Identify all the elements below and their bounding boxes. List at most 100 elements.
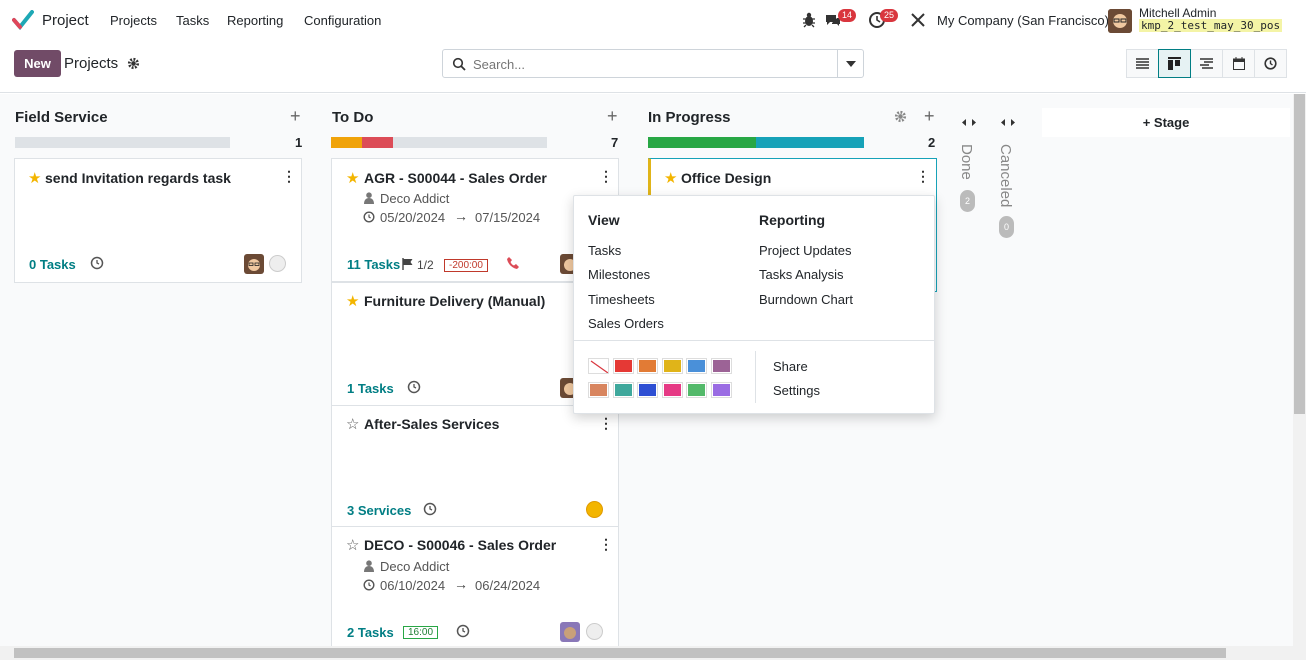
- search-icon: [452, 57, 466, 71]
- folded-column-canceled[interactable]: Canceled: [997, 144, 1014, 207]
- card-menu-kebab-icon[interactable]: ⋮: [599, 168, 613, 185]
- page-title: Projects: [64, 55, 119, 72]
- card-tasks-link[interactable]: 0 Tasks: [29, 257, 76, 272]
- vertical-scrollbar[interactable]: [1293, 94, 1306, 646]
- favorite-star-outline-icon[interactable]: ☆: [346, 415, 359, 433]
- user-icon: [364, 560, 374, 572]
- progress-segment-success[interactable]: [648, 137, 756, 148]
- status-circle-icon[interactable]: [586, 501, 603, 518]
- kanban-view-button[interactable]: [1158, 49, 1191, 78]
- project-card-after-sales[interactable]: ☆ After-Sales Services ⋮ 3 Services: [331, 405, 619, 527]
- company-switcher[interactable]: My Company (San Francisco): [937, 13, 1109, 28]
- card-tasks-link[interactable]: 1 Tasks: [347, 381, 394, 396]
- menu-tasks[interactable]: Tasks: [176, 13, 209, 28]
- gantt-view-button[interactable]: [1190, 49, 1223, 78]
- tools-icon[interactable]: [909, 11, 927, 29]
- color-swatch[interactable]: [686, 358, 707, 374]
- color-swatch[interactable]: [710, 358, 732, 374]
- user-avatar[interactable]: [1108, 9, 1132, 33]
- expand-column-icon[interactable]: [1001, 118, 1015, 127]
- card-menu-kebab-icon[interactable]: ⋮: [599, 536, 613, 553]
- dropdown-item-tasks-analysis[interactable]: Tasks Analysis: [759, 267, 844, 282]
- project-card-deco[interactable]: ☆ DECO - S00046 - Sales Order ⋮ Deco Add…: [331, 526, 619, 646]
- bug-icon[interactable]: [800, 11, 818, 29]
- add-card-plus-icon[interactable]: +: [924, 106, 935, 127]
- expand-column-icon[interactable]: [962, 118, 976, 127]
- dropdown-item-tasks[interactable]: Tasks: [588, 243, 621, 258]
- project-card-invitation[interactable]: ★ send Invitation regards task ⋮ 0 Tasks: [14, 158, 302, 283]
- user-avatar[interactable]: [244, 254, 264, 274]
- menu-reporting[interactable]: Reporting: [227, 13, 283, 28]
- horizontal-scrollbar[interactable]: [0, 646, 1306, 660]
- column-progress-bar[interactable]: [331, 137, 547, 148]
- color-swatch-none[interactable]: [588, 358, 609, 374]
- dropdown-item-sales-orders[interactable]: Sales Orders: [588, 316, 664, 331]
- search-input[interactable]: [471, 54, 851, 74]
- clock-icon[interactable]: [423, 502, 437, 516]
- column-title-field-service: Field Service: [15, 109, 108, 126]
- card-tasks-link[interactable]: 11 Tasks: [347, 257, 400, 272]
- card-menu-kebab-icon[interactable]: ⋮: [599, 415, 613, 432]
- phone-icon[interactable]: [506, 256, 520, 270]
- dropdown-item-milestones[interactable]: Milestones: [588, 267, 650, 282]
- dropdown-item-share[interactable]: Share: [773, 359, 808, 374]
- card-menu-kebab-icon[interactable]: ⋮: [916, 168, 930, 185]
- clock-icon[interactable]: [407, 380, 421, 394]
- control-panel: New Projects: [0, 40, 1306, 93]
- progress-segment-danger[interactable]: [362, 137, 393, 148]
- menu-configuration[interactable]: Configuration: [304, 13, 381, 28]
- horizontal-scrollbar-thumb[interactable]: [14, 648, 1226, 658]
- color-swatch[interactable]: [637, 358, 658, 374]
- card-tasks-link[interactable]: 2 Tasks: [347, 625, 394, 640]
- project-app-logo-icon[interactable]: [12, 10, 34, 30]
- favorite-star-icon[interactable]: ★: [346, 169, 359, 187]
- favorite-star-outline-icon[interactable]: ☆: [346, 536, 359, 554]
- card-dropdown-menu: View Tasks Milestones Timesheets Sales O…: [573, 195, 935, 414]
- favorite-star-icon[interactable]: ★: [28, 169, 41, 187]
- card-menu-kebab-icon[interactable]: ⋮: [282, 168, 296, 185]
- color-swatch[interactable]: [612, 358, 634, 374]
- favorite-star-icon[interactable]: ★: [346, 292, 359, 310]
- list-view-button[interactable]: [1126, 49, 1159, 78]
- clock-icon[interactable]: [90, 256, 104, 270]
- color-swatch[interactable]: [612, 382, 634, 398]
- dropdown-item-timesheets[interactable]: Timesheets: [588, 292, 655, 307]
- add-card-plus-icon[interactable]: +: [607, 106, 618, 127]
- clock-icon[interactable]: [456, 624, 470, 638]
- column-progress-bar[interactable]: [648, 137, 864, 148]
- color-swatch[interactable]: [661, 358, 683, 374]
- card-services-link[interactable]: 3 Services: [347, 503, 411, 518]
- chevron-down-icon[interactable]: [846, 61, 856, 67]
- flag-icon: [402, 258, 413, 270]
- card-title: DECO - S00046 - Sales Order: [364, 537, 557, 553]
- folded-column-done[interactable]: Done: [958, 144, 975, 180]
- status-circle-icon[interactable]: [586, 623, 603, 640]
- gear-icon[interactable]: [127, 57, 140, 70]
- color-swatch[interactable]: [588, 382, 609, 398]
- menu-projects[interactable]: Projects: [110, 13, 157, 28]
- column-progress-bar[interactable]: [15, 137, 230, 148]
- column-gear-icon[interactable]: [894, 110, 907, 123]
- progress-segment-warning[interactable]: [331, 137, 362, 148]
- add-card-plus-icon[interactable]: +: [290, 106, 301, 127]
- calendar-view-button[interactable]: [1222, 49, 1255, 78]
- app-name[interactable]: Project: [42, 12, 89, 29]
- color-swatch[interactable]: [637, 382, 658, 398]
- color-swatch[interactable]: [661, 382, 683, 398]
- dropdown-item-project-updates[interactable]: Project Updates: [759, 243, 852, 258]
- add-stage-button[interactable]: + Stage: [1042, 108, 1290, 137]
- clock-icon: [363, 211, 375, 223]
- user-name[interactable]: Mitchell Admin: [1139, 6, 1216, 20]
- dropdown-item-settings[interactable]: Settings: [773, 383, 820, 398]
- new-button[interactable]: New: [14, 50, 61, 77]
- no-color-slash-icon: [590, 360, 609, 374]
- dropdown-item-burndown-chart[interactable]: Burndown Chart: [759, 292, 853, 307]
- status-circle-icon[interactable]: [269, 255, 286, 272]
- vertical-scrollbar-thumb[interactable]: [1294, 94, 1305, 414]
- color-swatch[interactable]: [686, 382, 707, 398]
- color-swatch[interactable]: [710, 382, 732, 398]
- user-avatar[interactable]: [560, 622, 580, 642]
- favorite-star-icon[interactable]: ★: [664, 169, 677, 187]
- progress-segment-info[interactable]: [756, 137, 864, 148]
- activity-view-button[interactable]: [1254, 49, 1287, 78]
